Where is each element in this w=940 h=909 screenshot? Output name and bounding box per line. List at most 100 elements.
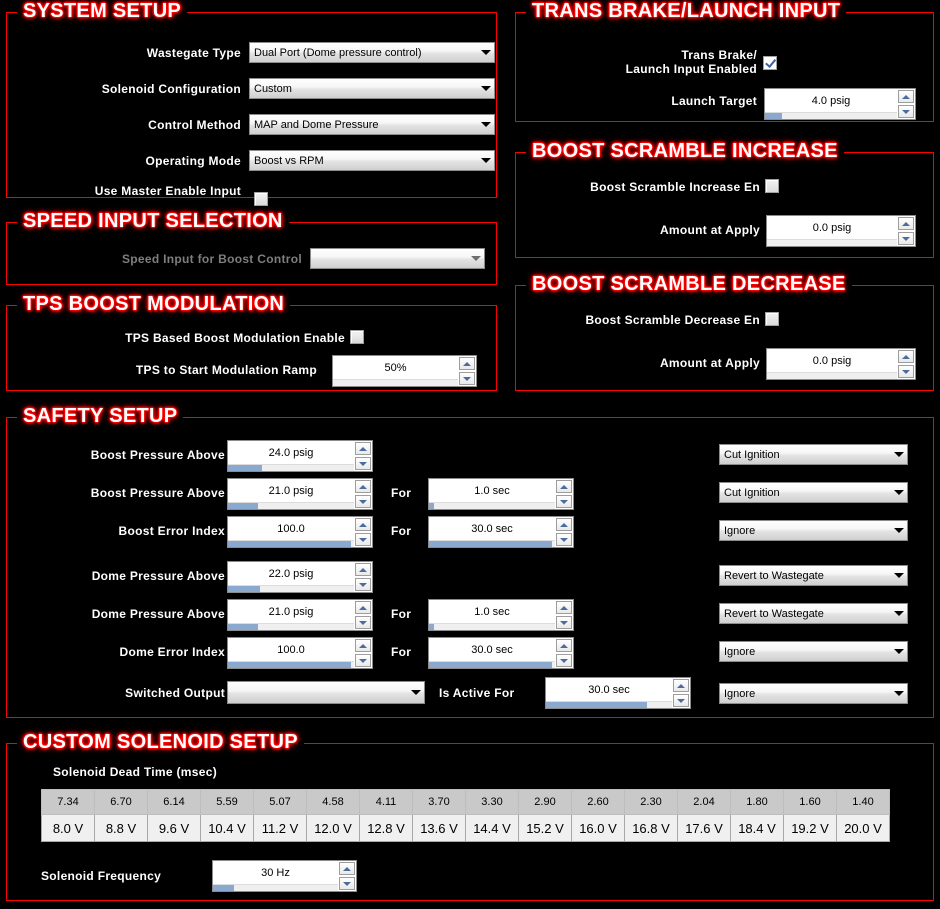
- solenoid-dead-time-cell[interactable]: 2.30: [624, 789, 678, 815]
- dropdown-safety-action-5[interactable]: Revert to Wastegate: [719, 603, 908, 624]
- dropdown-safety-action-6[interactable]: Ignore: [719, 641, 908, 662]
- solenoid-dead-time-cell[interactable]: 1.60: [783, 789, 837, 815]
- solenoid-voltage-cell[interactable]: 15.2 V: [518, 814, 572, 842]
- dropdown-control-method[interactable]: MAP and Dome Pressure: [249, 114, 495, 135]
- spinner-up-icon[interactable]: [556, 480, 572, 493]
- spinner-up-icon[interactable]: [556, 639, 572, 652]
- spinner-up-icon[interactable]: [355, 518, 371, 531]
- spinner-tps-to-start-modulation-ramp[interactable]: 50%: [332, 355, 477, 387]
- checkbox-boost-scramble-decrease-enable[interactable]: [765, 312, 779, 326]
- spinner-down-icon[interactable]: [355, 616, 371, 629]
- spinner-launch-target[interactable]: 4.0 psig: [764, 88, 916, 120]
- spinner-tps-ramp-buttons[interactable]: [458, 356, 476, 386]
- solenoid-dead-time-table[interactable]: 7.34 6.70 6.14 5.59 5.07 4.58 4.11 3.70 3.30 2.90…: [41, 789, 890, 842]
- solenoid-voltage-cell[interactable]: 11.2 V: [253, 814, 307, 842]
- spinner-safety-row-5-buttons[interactable]: [354, 600, 372, 630]
- solenoid-dead-time-cell[interactable]: 6.70: [94, 789, 148, 815]
- spinner-safety-row-6[interactable]: 100.0: [227, 637, 373, 669]
- spinner-safety-row-2[interactable]: 21.0 psig: [227, 478, 373, 510]
- spinner-safety-for-2-buttons[interactable]: [555, 479, 573, 509]
- solenoid-voltage-cell[interactable]: 9.6 V: [147, 814, 201, 842]
- spinner-scramble-decrease-buttons[interactable]: [897, 349, 915, 379]
- spinner-down-icon[interactable]: [673, 694, 689, 707]
- spinner-safety-row-3[interactable]: 100.0: [227, 516, 373, 548]
- solenoid-dead-time-cell[interactable]: 1.80: [730, 789, 784, 815]
- solenoid-dead-time-cell[interactable]: 3.70: [412, 789, 466, 815]
- spinner-up-icon[interactable]: [459, 357, 475, 370]
- dropdown-speed-input-for-boost-control[interactable]: [310, 248, 485, 269]
- checkbox-boost-scramble-increase-enable[interactable]: [765, 179, 779, 193]
- spinner-safety-for-6-buttons[interactable]: [555, 638, 573, 668]
- spinner-safety-for-3[interactable]: 30.0 sec: [428, 516, 574, 548]
- solenoid-voltage-cell[interactable]: 10.4 V: [200, 814, 254, 842]
- solenoid-voltage-cell[interactable]: 16.8 V: [624, 814, 678, 842]
- dropdown-wastegate-type[interactable]: Dual Port (Dome pressure control): [249, 42, 495, 63]
- solenoid-voltage-cell[interactable]: 8.0 V: [41, 814, 95, 842]
- spinner-solenoid-frequency[interactable]: 30 Hz: [212, 860, 357, 892]
- solenoid-dead-time-cell[interactable]: 6.14: [147, 789, 201, 815]
- checkbox-tps-based-boost-modulation-enable[interactable]: [350, 330, 364, 344]
- solenoid-dead-time-cell[interactable]: 2.60: [571, 789, 625, 815]
- spinner-down-icon[interactable]: [459, 372, 475, 385]
- spinner-up-icon[interactable]: [556, 518, 572, 531]
- solenoid-voltage-cell[interactable]: 8.8 V: [94, 814, 148, 842]
- solenoid-dead-time-cell[interactable]: 2.04: [677, 789, 731, 815]
- solenoid-voltage-cell[interactable]: 20.0 V: [836, 814, 890, 842]
- spinner-down-icon[interactable]: [556, 616, 572, 629]
- spinner-safety-row-6-buttons[interactable]: [354, 638, 372, 668]
- solenoid-dead-time-cell[interactable]: 5.07: [253, 789, 307, 815]
- solenoid-dead-time-cell[interactable]: 3.30: [465, 789, 519, 815]
- spinner-down-icon[interactable]: [556, 654, 572, 667]
- spinner-up-icon[interactable]: [556, 601, 572, 614]
- solenoid-voltage-cell[interactable]: 13.6 V: [412, 814, 466, 842]
- dropdown-switched-output-action[interactable]: Ignore: [719, 683, 908, 704]
- spinner-scramble-increase-buttons[interactable]: [897, 216, 915, 246]
- spinner-down-icon[interactable]: [898, 365, 914, 378]
- spinner-down-icon[interactable]: [339, 877, 355, 890]
- spinner-up-icon[interactable]: [898, 350, 914, 363]
- spinner-down-icon[interactable]: [556, 533, 572, 546]
- dropdown-switched-output[interactable]: [227, 681, 425, 704]
- spinner-switched-active-buttons[interactable]: [672, 678, 690, 708]
- solenoid-dead-time-cell[interactable]: 4.58: [306, 789, 360, 815]
- spinner-up-icon[interactable]: [355, 442, 371, 455]
- spinner-safety-row-2-buttons[interactable]: [354, 479, 372, 509]
- spinner-safety-for-6[interactable]: 30.0 sec: [428, 637, 574, 669]
- solenoid-dead-time-cell[interactable]: 7.34: [41, 789, 95, 815]
- solenoid-voltage-cell[interactable]: 12.0 V: [306, 814, 360, 842]
- spinner-switched-output-active-for[interactable]: 30.0 sec: [545, 677, 691, 709]
- spinner-safety-for-2[interactable]: 1.0 sec: [428, 478, 574, 510]
- spinner-safety-for-3-buttons[interactable]: [555, 517, 573, 547]
- dropdown-safety-action-2[interactable]: Cut Ignition: [719, 482, 908, 503]
- spinner-solenoid-frequency-buttons[interactable]: [338, 861, 356, 891]
- spinner-safety-for-5[interactable]: 1.0 sec: [428, 599, 574, 631]
- spinner-up-icon[interactable]: [898, 217, 914, 230]
- spinner-scramble-decrease-amount[interactable]: 0.0 psig: [766, 348, 916, 380]
- spinner-launch-target-buttons[interactable]: [897, 89, 915, 119]
- checkbox-trans-brake-launch-input-enabled[interactable]: [763, 56, 777, 70]
- spinner-safety-row-1[interactable]: 24.0 psig: [227, 440, 373, 472]
- spinner-safety-row-4[interactable]: 22.0 psig: [227, 561, 373, 593]
- spinner-scramble-increase-amount[interactable]: 0.0 psig: [766, 215, 916, 247]
- spinner-safety-for-5-buttons[interactable]: [555, 600, 573, 630]
- solenoid-voltage-cell[interactable]: 12.8 V: [359, 814, 413, 842]
- spinner-safety-row-4-buttons[interactable]: [354, 562, 372, 592]
- spinner-down-icon[interactable]: [355, 578, 371, 591]
- solenoid-dead-time-cell[interactable]: 4.11: [359, 789, 413, 815]
- spinner-down-icon[interactable]: [355, 533, 371, 546]
- spinner-up-icon[interactable]: [355, 639, 371, 652]
- spinner-down-icon[interactable]: [898, 232, 914, 245]
- spinner-up-icon[interactable]: [355, 480, 371, 493]
- dropdown-operating-mode[interactable]: Boost vs RPM: [249, 150, 495, 171]
- spinner-safety-row-3-buttons[interactable]: [354, 517, 372, 547]
- spinner-safety-row-5[interactable]: 21.0 psig: [227, 599, 373, 631]
- solenoid-dead-time-cell[interactable]: 5.59: [200, 789, 254, 815]
- solenoid-dead-time-cell[interactable]: 2.90: [518, 789, 572, 815]
- spinner-up-icon[interactable]: [673, 679, 689, 692]
- spinner-down-icon[interactable]: [556, 495, 572, 508]
- spinner-down-icon[interactable]: [355, 457, 371, 470]
- spinner-down-icon[interactable]: [355, 495, 371, 508]
- checkbox-use-master-enable-input[interactable]: [254, 192, 268, 206]
- dropdown-safety-action-3[interactable]: Ignore: [719, 520, 908, 541]
- spinner-up-icon[interactable]: [355, 563, 371, 576]
